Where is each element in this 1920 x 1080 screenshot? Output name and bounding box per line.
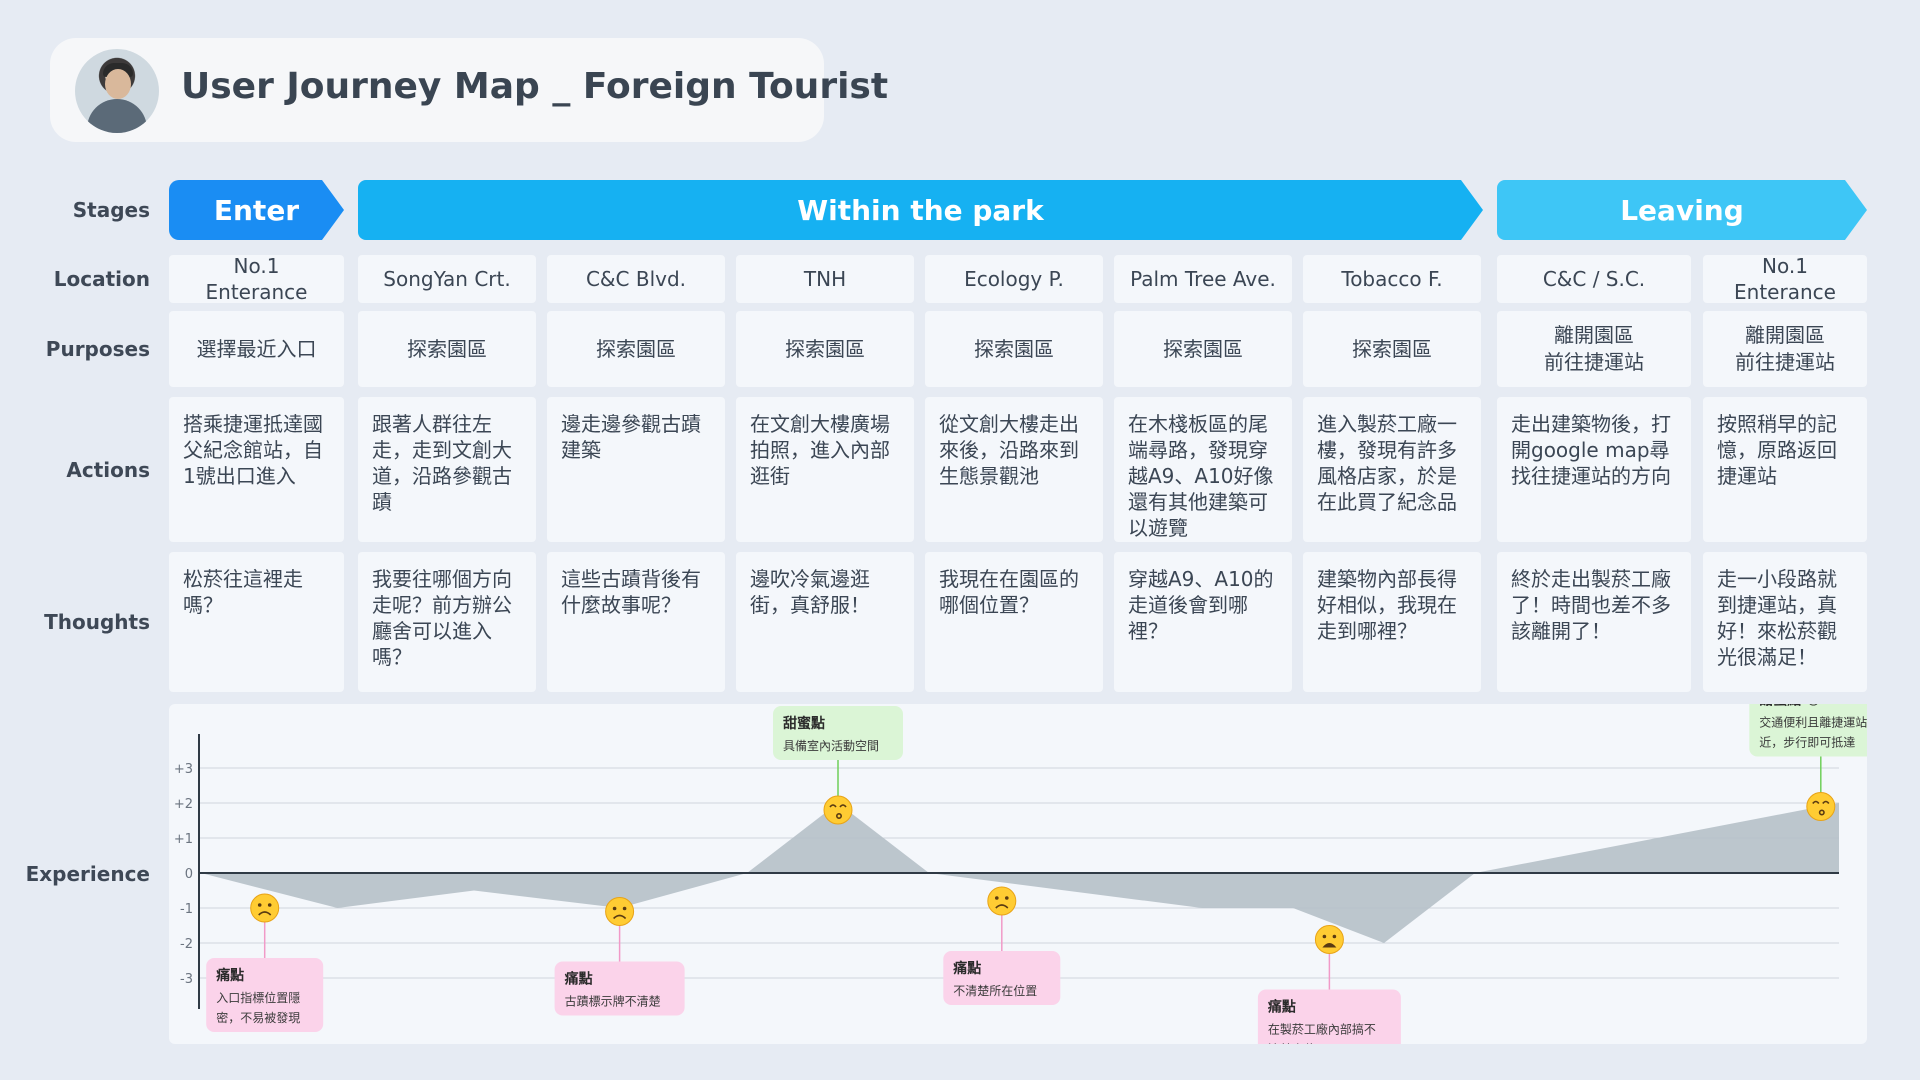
- pain-point-title: 痛點: [564, 971, 593, 988]
- action-cell-9: 按照稍早的記憶，原路返回捷運站: [1703, 397, 1867, 542]
- row-label-actions: Actions: [66, 457, 150, 482]
- row-label-thoughts: Thoughts: [44, 610, 150, 634]
- row-label-experience: Experience: [25, 862, 150, 886]
- action-cell-7: 進入製菸工廠一樓，發現有許多風格店家，於是在此買了紀念品: [1303, 397, 1481, 542]
- sweet-point-text: 具備室內活動空間: [783, 738, 879, 753]
- action-cell-6: 在木棧板區的尾端尋路，發現穿越A9、A10好像還有其他建築可以遊覽: [1114, 397, 1292, 542]
- y-tick-label: -3: [180, 972, 193, 987]
- stage-leaving: Leaving: [1497, 180, 1867, 240]
- thought-cell-3: 這些古蹟背後有什麼故事呢？: [547, 552, 725, 692]
- face-eye: [622, 906, 627, 911]
- pain-point-title: 痛點: [215, 967, 244, 984]
- location-cell-3: C&C Blvd.: [547, 255, 725, 303]
- pain-point-text: 密，不易被發現: [216, 1010, 300, 1025]
- face-eye: [257, 903, 262, 907]
- y-tick-label: 0: [185, 867, 193, 882]
- avatar: [75, 49, 159, 133]
- purpose-cell-5: 探索園區: [925, 311, 1103, 387]
- purpose-cell-1: 選擇最近入口: [169, 311, 344, 387]
- y-tick-label: -1: [180, 902, 193, 917]
- purpose-cell-4: 探索園區: [736, 311, 914, 387]
- y-tick-label: -2: [180, 937, 193, 952]
- sad-face-icon: [987, 886, 1017, 916]
- pain-point-title: 痛點: [952, 960, 981, 977]
- experience-chart: +3 +2 +1 0 -1 -2 -3 痛點 入口指標位置隱 密，不易被發現 痛點 古蹟標示牌不清楚甜…: [169, 682, 1893, 1064]
- action-cell-1: 搭乘捷運抵達國父紀念館站，自1號出口進入: [169, 397, 344, 542]
- header-card: User Journey Map _ Foreign Tourist: [50, 38, 888, 142]
- face-eye: [995, 896, 999, 900]
- thought-cell-9: 走一小段路就到捷運站，真好！來松菸觀光很滿足！: [1703, 552, 1867, 692]
- y-tick-label: +1: [174, 832, 193, 847]
- location-cell-6: Palm Tree Ave.: [1114, 255, 1292, 303]
- y-tick-label: +2: [174, 797, 193, 812]
- pain-point-text: 在製菸工廠內部搞不: [1268, 1022, 1376, 1037]
- face-eye: [267, 903, 272, 907]
- purpose-cell-2: 探索園區: [358, 311, 536, 387]
- purpose-cell-7: 探索園區: [1303, 311, 1481, 387]
- sad-face-icon: [250, 893, 280, 923]
- row-label-purposes: Purposes: [45, 337, 150, 361]
- thought-cell-1: 松菸往這裡走嗎？: [169, 552, 344, 692]
- sweet-point-title: 甜蜜點: [783, 715, 825, 732]
- location-cell-9: No.1 Enterance: [1703, 254, 1867, 304]
- sweet-point-title: 甜蜜點 😌: [1759, 704, 1820, 709]
- pain-point-text: 清楚方位: [1268, 1042, 1316, 1045]
- y-tick-label: +3: [174, 762, 193, 777]
- thought-cell-2: 我要往哪個方向走呢？前方辦公廳舍可以進入嗎？: [358, 552, 536, 692]
- face-eye: [612, 906, 617, 911]
- purpose-cell-9: 離開園區 前往捷運站: [1703, 311, 1867, 387]
- pain-point-text: 不清楚所在位置: [953, 983, 1037, 998]
- location-cell-4: TNH: [736, 255, 914, 303]
- purpose-cell-8: 離開園區 前往捷運站: [1497, 311, 1691, 387]
- thought-cell-5: 我現在在園區的哪個位置？: [925, 552, 1103, 692]
- location-cell-5: Ecology P.: [925, 255, 1103, 303]
- row-label-location: Location: [53, 267, 150, 291]
- sweet-point-text: 近，步行即可抵達: [1759, 736, 1855, 750]
- stage-enter: Enter: [169, 180, 344, 240]
- pain-point-text: 入口指標位置隱: [216, 990, 300, 1005]
- location-cell-2: SongYan Crt.: [358, 255, 536, 303]
- experience-chart-svg: +3+2+10-1-2-3 痛點入口指標位置隱密，不易被發現痛點古蹟標示牌不清楚甜…: [174, 682, 1893, 1064]
- page-title: User Journey Map _ Foreign Tourist: [181, 66, 889, 107]
- face-eye: [1332, 934, 1337, 939]
- row-label-stages: Stages: [72, 198, 150, 222]
- location-cell-8: C&C / S.C.: [1497, 255, 1691, 303]
- face-eye: [1322, 934, 1327, 939]
- kiss-face-icon: [823, 795, 853, 825]
- thought-cell-4: 邊吹冷氣邊逛街，真舒服！: [736, 552, 914, 692]
- purpose-cell-3: 探索園區: [547, 311, 725, 387]
- weary-face-icon: [1314, 925, 1344, 954]
- action-cell-3: 邊走邊參觀古蹟建築: [547, 397, 725, 542]
- thought-cell-6: 穿越A9、A10的走道後會到哪裡？: [1114, 552, 1292, 692]
- location-cell-7: Tobacco F.: [1303, 255, 1481, 303]
- kiss-face-icon: [1806, 792, 1836, 821]
- face-eye: [1005, 896, 1009, 900]
- action-cell-5: 從文創大樓走出來後，沿路來到生態景觀池: [925, 397, 1103, 542]
- location-cell-1: No.1 Enterance: [169, 254, 344, 304]
- thought-cell-8: 終於走出製菸工廠了！時間也差不多該離開了！: [1497, 552, 1691, 692]
- pain-point-text: 古蹟標示牌不清楚: [565, 994, 661, 1009]
- sad-face-icon: [605, 897, 635, 926]
- purpose-cell-6: 探索園區: [1114, 311, 1292, 387]
- thought-cell-7: 建築物內部長得好相似，我現在走到哪裡？: [1303, 552, 1481, 692]
- sweet-point-text: 交通便利且離捷運站: [1759, 715, 1867, 730]
- pain-point-title: 痛點: [1267, 999, 1296, 1016]
- action-cell-8: 走出建築物後，打開google map尋找往捷運站的方向: [1497, 397, 1691, 542]
- action-cell-4: 在文創大樓廣場拍照，進入內部逛街: [736, 397, 914, 542]
- stage-within-park: Within the park: [358, 180, 1483, 240]
- action-cell-2: 跟著人群往左走，走到文創大道，沿路參觀古蹟: [358, 397, 536, 542]
